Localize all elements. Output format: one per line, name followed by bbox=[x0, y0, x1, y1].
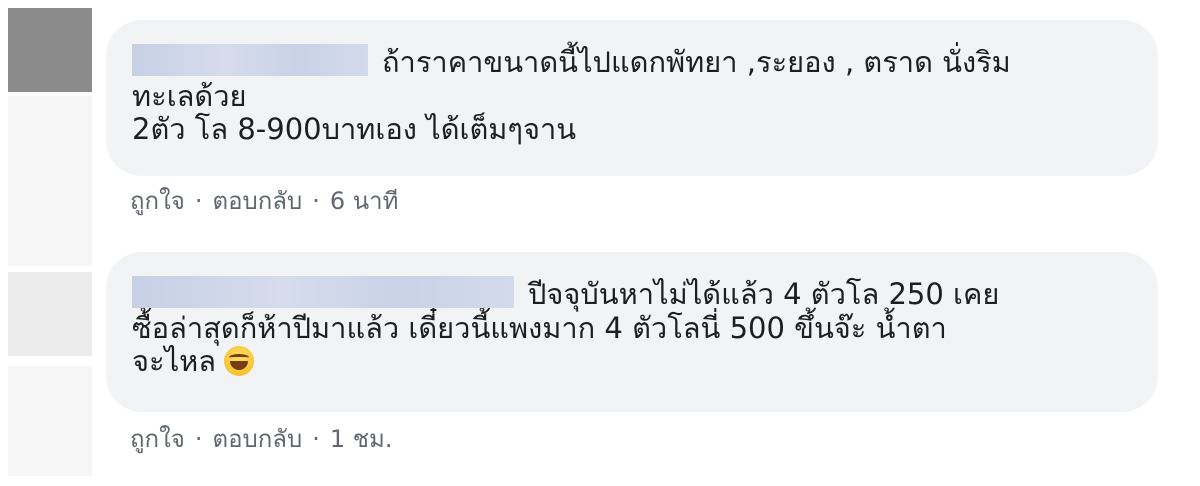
comment-bubble: ถ้าราคาขนาดนี้ไปแดกพัทยา ,ระยอง , ตราด น… bbox=[106, 20, 1158, 176]
comment-line-text: ทะเลด้วย bbox=[132, 79, 247, 113]
comment-line-text: ซื้อล่าสุดก็ห้าปีมาแล้ว เดี๋ยวนี้แพงมาก … bbox=[132, 311, 947, 345]
comment-line-text: จะไหล bbox=[132, 344, 217, 378]
comment-line: ซื้อล่าสุดก็ห้าปีมาแล้ว เดี๋ยวนี้แพงมาก … bbox=[132, 312, 1128, 345]
comment-line: ถ้าราคาขนาดนี้ไปแดกพัทยา ,ระยอง , ตราด น… bbox=[132, 44, 1128, 80]
timestamp-link[interactable]: 1 ชม. bbox=[330, 425, 393, 453]
comment-line-text: ถ้าราคาขนาดนี้ไปแดกพัทยา ,ระยอง , ตราด น… bbox=[382, 45, 1011, 79]
avatar[interactable] bbox=[8, 272, 92, 356]
comment-text: ปีจจุบันหาไม่ได้แล้ว 4 ตัวโล 250 เคย ซื้… bbox=[132, 276, 1128, 378]
like-link[interactable]: ถูกใจ bbox=[130, 187, 185, 215]
timestamp-link[interactable]: 6 นาที bbox=[330, 187, 399, 215]
comment-line: จะไหล bbox=[132, 345, 1128, 378]
comment-line: 2ตัว โล 8-900บาทเอง ได้เต็มๆจาน bbox=[132, 113, 1128, 146]
commenter-name-redacted[interactable] bbox=[132, 276, 514, 308]
comment-line: ปีจจุบันหาไม่ได้แล้ว 4 ตัวโล 250 เคย bbox=[132, 276, 1128, 312]
avatar-placeholder bbox=[8, 366, 92, 476]
comment-line-text: 2ตัว โล 8-900บาทเอง ได้เต็มๆจาน bbox=[132, 112, 577, 146]
separator-dot: · bbox=[194, 187, 203, 215]
separator-dot: · bbox=[312, 425, 320, 453]
like-link[interactable]: ถูกใจ bbox=[130, 425, 185, 453]
comment-line: ทะเลด้วย bbox=[132, 80, 1128, 113]
laughing-tears-emoji-icon bbox=[224, 346, 255, 376]
reply-link[interactable]: ตอบกลับ bbox=[212, 425, 302, 453]
reply-link[interactable]: ตอบกลับ bbox=[212, 187, 302, 215]
separator-dot: · bbox=[194, 425, 203, 453]
comment-actions: ถูกใจ · ตอบกลับ · 6 นาที bbox=[130, 186, 398, 216]
commenter-name-redacted[interactable] bbox=[132, 44, 368, 76]
comment-text: ถ้าราคาขนาดนี้ไปแดกพัทยา ,ระยอง , ตราด น… bbox=[132, 44, 1128, 146]
comment-line-text: ปีจจุบันหาไม่ได้แล้ว 4 ตัวโล 250 เคย bbox=[528, 277, 1000, 311]
separator-dot: · bbox=[312, 187, 320, 215]
avatar-column bbox=[0, 0, 102, 486]
comment-bubble: ปีจจุบันหาไม่ได้แล้ว 4 ตัวโล 250 เคย ซื้… bbox=[106, 252, 1158, 412]
avatar-placeholder bbox=[8, 96, 92, 266]
comment-actions: ถูกใจ · ตอบกลับ · 1 ชม. bbox=[130, 424, 392, 454]
avatar[interactable] bbox=[8, 8, 92, 92]
